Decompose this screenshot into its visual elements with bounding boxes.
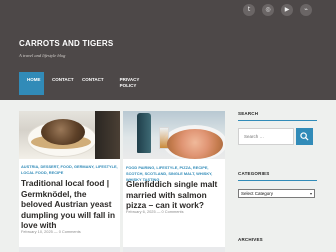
widget-divider	[238, 180, 317, 181]
search-button[interactable]	[296, 128, 313, 145]
widget-divider	[238, 120, 317, 121]
post-date[interactable]: February 10, 2025	[21, 229, 53, 234]
post-card: FOOD PAIRING, LIFESTYLE, PIZZA, RECIPE, …	[123, 111, 225, 252]
post-categories[interactable]: AUSTRIA, DESSERT, FOOD, GERMANY, LIFESTY…	[21, 164, 118, 176]
post-comments[interactable]: 0 Comments	[59, 229, 81, 234]
nav-item-about[interactable]: CONTACT	[44, 72, 74, 95]
site-title[interactable]: CARROTS AND TIGERS	[19, 39, 113, 48]
categories-widget: CATEGORIES Select Category ▾	[238, 171, 317, 198]
post-thumbnail[interactable]	[123, 111, 225, 159]
twitter-icon[interactable]: t	[243, 4, 255, 16]
main-nav: HOME CONTACT CONTACT PRIVACY POLICY	[19, 72, 148, 95]
post-card-partial[interactable]	[19, 247, 120, 252]
post-thumbnail[interactable]	[19, 111, 120, 159]
chevron-down-icon: ▾	[309, 191, 312, 196]
site-tagline: A travel and lifestyle blog	[19, 53, 66, 58]
nav-item-home[interactable]: HOME	[19, 72, 44, 95]
search-widget: SEARCH	[238, 111, 317, 145]
post-title[interactable]: Traditional local food | Germknödel, the…	[21, 178, 120, 231]
post-card-partial[interactable]	[123, 247, 225, 252]
post-comments[interactable]: 0 Comments	[162, 209, 184, 214]
archives-widget: ARCHIVES	[238, 237, 317, 242]
search-icon	[300, 132, 309, 141]
instagram-icon[interactable]: ◎	[262, 4, 274, 16]
social-links: t ◎ ▶ ⌁	[243, 4, 312, 16]
category-select-value: Select Category	[241, 191, 274, 196]
post-card: AUSTRIA, DESSERT, FOOD, GERMANY, LIFESTY…	[19, 111, 120, 252]
post-title[interactable]: Glenfiddich single malt married with sal…	[126, 179, 225, 211]
widget-title: SEARCH	[238, 111, 259, 116]
post-meta: February 10, 2025—0 Comments	[21, 229, 81, 234]
search-form	[238, 128, 317, 145]
nav-item-contact[interactable]: CONTACT	[74, 72, 112, 95]
rss-icon[interactable]: ⌁	[300, 4, 312, 16]
post-date[interactable]: February 6, 2025	[126, 209, 156, 214]
post-meta: February 6, 2025—0 Comments	[126, 209, 184, 214]
site-header: t ◎ ▶ ⌁ CARROTS AND TIGERS A travel and …	[0, 0, 336, 100]
widget-title: CATEGORIES	[238, 171, 270, 176]
search-input[interactable]	[238, 128, 294, 145]
youtube-icon[interactable]: ▶	[281, 4, 293, 16]
widget-title: ARCHIVES	[238, 237, 263, 242]
category-select[interactable]: Select Category ▾	[238, 189, 315, 198]
nav-item-privacy-policy[interactable]: PRIVACY POLICY	[112, 72, 148, 95]
